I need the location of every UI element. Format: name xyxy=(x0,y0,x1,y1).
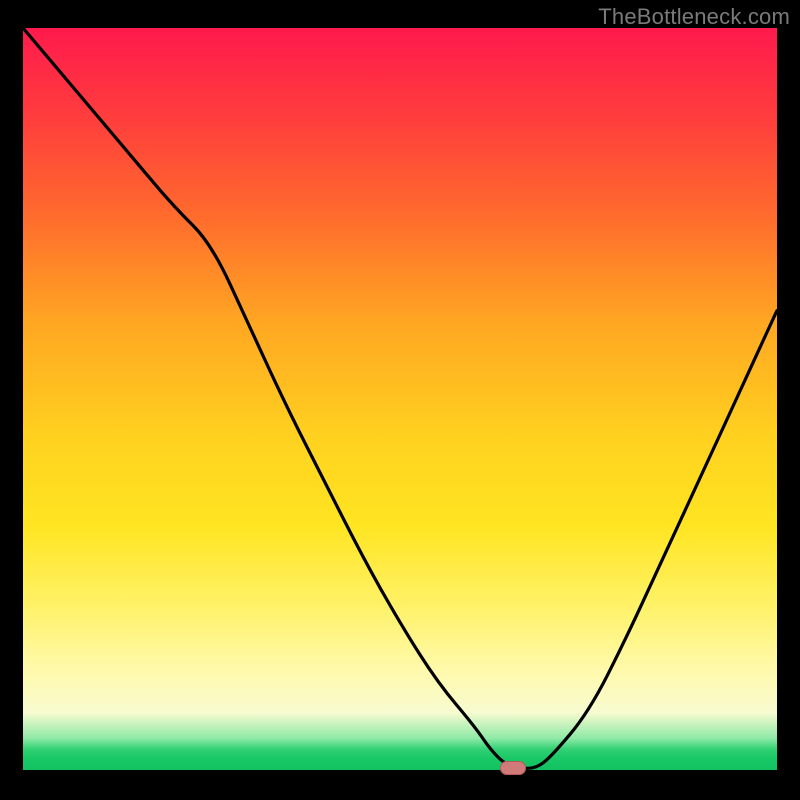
plot-area xyxy=(23,28,777,772)
optimum-marker xyxy=(500,761,526,775)
bottleneck-curve xyxy=(23,28,777,768)
watermark-text: TheBottleneck.com xyxy=(598,4,790,30)
curve-svg xyxy=(23,28,777,772)
chart-frame: TheBottleneck.com xyxy=(0,0,800,800)
